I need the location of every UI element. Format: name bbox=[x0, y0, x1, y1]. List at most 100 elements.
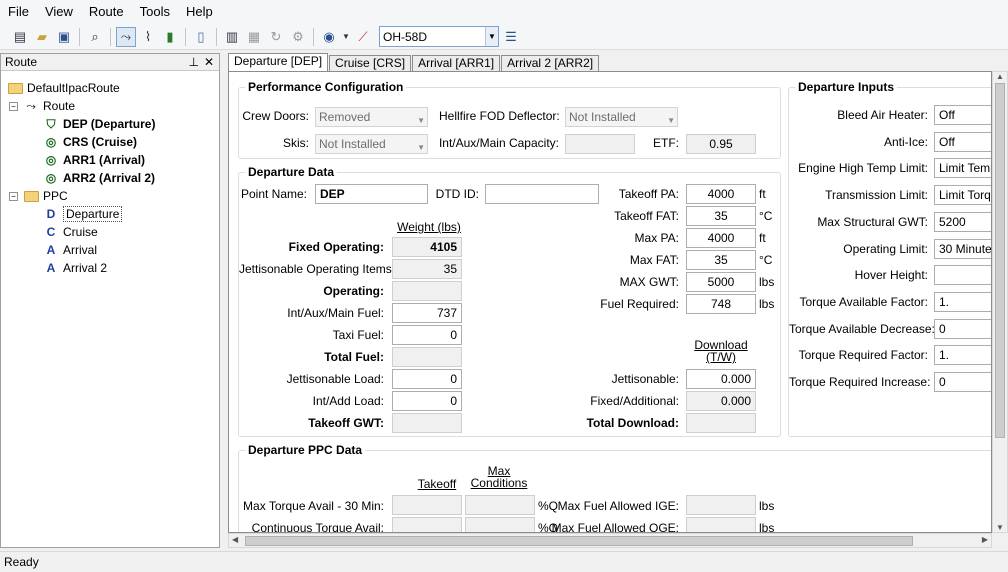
toolbar-separator bbox=[110, 27, 111, 46]
dropdown-arrow-icon[interactable]: ▼ bbox=[341, 27, 351, 47]
input-row-field[interactable]: 1. bbox=[934, 291, 991, 312]
jettisonable-input[interactable]: 0.000 bbox=[686, 369, 756, 389]
menu-help[interactable]: Help bbox=[178, 0, 221, 24]
chevron-down-icon: ▼ bbox=[417, 116, 425, 125]
refresh-icon[interactable]: ↻ bbox=[266, 27, 286, 47]
jettisonable-load-input[interactable]: 0 bbox=[392, 369, 462, 389]
tree-item-arr1[interactable]: ◎ ARR1 (Arrival) bbox=[43, 151, 145, 169]
route-icon: ⤳ bbox=[26, 98, 36, 113]
total-fuel-field bbox=[392, 347, 462, 367]
aircraft-select[interactable]: OH-58D ▼ bbox=[379, 26, 499, 47]
unit-label: lbs bbox=[759, 297, 775, 311]
tab-cruise[interactable]: Cruise [CRS] bbox=[329, 55, 412, 71]
scroll-left-icon[interactable]: ◀ bbox=[232, 535, 238, 544]
input-row-field[interactable]: Off bbox=[934, 131, 991, 152]
taxi-fuel-input[interactable]: 0 bbox=[392, 325, 462, 345]
input-row-field[interactable]: 0 bbox=[934, 372, 991, 392]
dtd-label: DTD ID: bbox=[435, 187, 479, 201]
scroll-up-icon[interactable]: ▲ bbox=[993, 72, 1007, 81]
fuel-input[interactable]: 737 bbox=[392, 303, 462, 323]
skis-select[interactable]: Not Installed ▼ bbox=[315, 134, 428, 154]
tree-item-label: DEP (Departure) bbox=[63, 117, 156, 131]
dca-graph-icon[interactable]: ⟋ bbox=[353, 27, 373, 47]
scrollbar-thumb[interactable] bbox=[995, 83, 1005, 438]
jettisonable-items-label: Jettisonable Operating Items: bbox=[239, 262, 396, 276]
operating-label: Operating: bbox=[323, 284, 384, 298]
scroll-down-icon[interactable]: ▼ bbox=[993, 523, 1007, 532]
input-row-field[interactable]: Limit Torque bbox=[934, 185, 991, 206]
weight-bars-icon[interactable]: ▮ bbox=[160, 27, 180, 47]
save-icon[interactable]: ▣ bbox=[54, 27, 74, 47]
list-icon[interactable]: ☰ bbox=[501, 27, 521, 47]
input-row-label: Operating Limit: bbox=[843, 241, 928, 256]
tree-item-arr2[interactable]: ◎ ARR2 (Arrival 2) bbox=[43, 169, 155, 187]
point-name-input[interactable]: DEP bbox=[315, 184, 428, 204]
chevron-down-icon[interactable]: ▼ bbox=[485, 27, 498, 46]
document-icon: A bbox=[46, 243, 56, 257]
tree-ppc-arrival2[interactable]: A Arrival 2 bbox=[43, 259, 107, 277]
collapse-icon[interactable]: − bbox=[9, 101, 18, 111]
tree-root[interactable]: DefaultIpacRoute bbox=[7, 79, 120, 97]
max-gwt-input[interactable]: 5000 bbox=[686, 272, 756, 292]
pin-icon[interactable]: ⊥ bbox=[189, 54, 199, 71]
chart-icon[interactable]: ⌇ bbox=[138, 27, 158, 47]
takeoff-pa-input[interactable]: 4000 bbox=[686, 184, 756, 204]
tree-item-label: Departure bbox=[63, 206, 123, 222]
new-icon[interactable]: ▤ bbox=[10, 27, 30, 47]
menu-route[interactable]: Route bbox=[81, 0, 132, 24]
max-pa-input[interactable]: 4000 bbox=[686, 228, 756, 248]
tree-ppc-arrival[interactable]: A Arrival bbox=[43, 241, 97, 259]
tree-ppc-departure[interactable]: D Departure bbox=[43, 205, 123, 223]
max-torque-max-field bbox=[465, 495, 535, 515]
input-row-label: Torque Available Factor: bbox=[799, 294, 928, 309]
departure-data-group: Departure Data Point Name: DEP DTD ID: W… bbox=[238, 165, 781, 437]
tree-item-crs[interactable]: ◎ CRS (Cruise) bbox=[43, 133, 137, 151]
menu-tools[interactable]: Tools bbox=[132, 0, 178, 24]
hellfire-select[interactable]: Not Installed ▼ bbox=[565, 107, 678, 127]
input-row-field[interactable]: 0 bbox=[934, 318, 991, 339]
input-row-field[interactable]: Off bbox=[934, 105, 991, 125]
tab-arrival-2[interactable]: Arrival 2 [ARR2] bbox=[501, 55, 600, 71]
fixed-operating-field: 4105 bbox=[392, 237, 462, 257]
skis-value: Not Installed bbox=[319, 137, 386, 151]
fixed-additional-label: Fixed/Additional: bbox=[590, 394, 679, 408]
input-row-field[interactable]: 1. bbox=[934, 345, 991, 366]
input-row-field[interactable]: Limit Temp bbox=[934, 158, 991, 179]
settings-icon[interactable]: ⚙ bbox=[288, 27, 308, 47]
max-fat-input[interactable]: 35 bbox=[686, 250, 756, 270]
tab-arrival[interactable]: Arrival [ARR1] bbox=[412, 55, 501, 71]
input-row-field[interactable]: 30 Minute bbox=[934, 238, 991, 259]
stack-icon[interactable]: ▦ bbox=[244, 27, 264, 47]
route-view-icon[interactable]: ⤳ bbox=[116, 26, 136, 47]
add-load-input[interactable]: 0 bbox=[392, 391, 462, 411]
calculator-icon[interactable]: ▯ bbox=[191, 27, 211, 47]
vertical-scrollbar[interactable]: ▲ ▼ bbox=[992, 71, 1008, 533]
max-fuel-ige-label: Max Fuel Allowed IGE: bbox=[557, 499, 679, 513]
scrollbar-thumb[interactable] bbox=[245, 536, 913, 546]
close-icon[interactable]: ✕ bbox=[204, 54, 214, 71]
crew-doors-select[interactable]: Removed ▼ bbox=[315, 107, 428, 127]
menu-view[interactable]: View bbox=[37, 0, 81, 24]
unit-label: ft bbox=[759, 187, 766, 201]
card-icon[interactable]: ▥ bbox=[222, 27, 242, 47]
takeoff-fat-label: Takeoff FAT: bbox=[614, 209, 679, 223]
total-download-label: Total Download: bbox=[586, 416, 679, 430]
fuel-required-input[interactable]: 748 bbox=[686, 294, 756, 314]
jettisonable-items-field: 35 bbox=[392, 259, 462, 279]
tree-ppc[interactable]: − PPC bbox=[9, 187, 68, 205]
horizontal-scrollbar[interactable]: ◀ ▶ bbox=[228, 533, 992, 548]
tree-ppc-cruise[interactable]: C Cruise bbox=[43, 223, 98, 241]
open-folder-icon[interactable]: ▰ bbox=[32, 27, 52, 47]
input-row-field[interactable]: 5200 bbox=[934, 211, 991, 232]
scroll-right-icon[interactable]: ▶ bbox=[982, 535, 988, 544]
collapse-icon[interactable]: − bbox=[9, 191, 18, 201]
route-panel-title: Route bbox=[5, 55, 38, 69]
input-row-field[interactable] bbox=[934, 265, 991, 286]
menu-file[interactable]: File bbox=[0, 0, 37, 24]
takeoff-fat-input[interactable]: 35 bbox=[686, 206, 756, 226]
tree-route[interactable]: − ⤳ Route bbox=[9, 97, 75, 115]
tab-departure[interactable]: Departure [DEP] bbox=[228, 53, 329, 71]
ppc-icon[interactable]: ◉ bbox=[319, 27, 339, 47]
tree-item-dep[interactable]: ⛉ DEP (Departure) bbox=[43, 115, 155, 133]
print-preview-icon[interactable]: ⌕ bbox=[85, 27, 105, 47]
